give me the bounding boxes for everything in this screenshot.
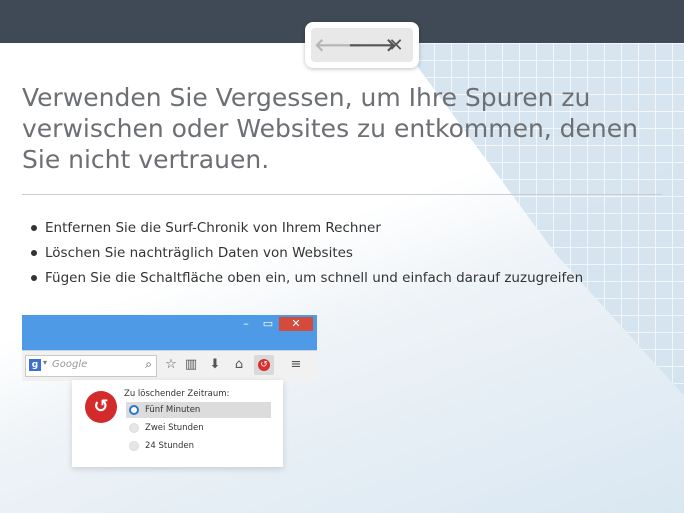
library-icon[interactable]: ▥ bbox=[181, 355, 201, 375]
feature-list: Entfernen Sie die Surf-Chronik von Ihrem… bbox=[22, 218, 583, 293]
maximize-icon[interactable]: ▭ bbox=[257, 317, 279, 331]
option-24-hours[interactable]: 24 Stunden bbox=[126, 438, 271, 454]
forget-logo-icon: ↺ bbox=[85, 391, 117, 423]
window-close-icon[interactable]: ✕ bbox=[279, 317, 313, 331]
page-heading: Verwenden Sie Vergessen, um Ihre Spuren … bbox=[22, 83, 639, 174]
list-item: Entfernen Sie die Surf-Chronik von Ihrem… bbox=[22, 218, 583, 243]
home-icon[interactable]: ⌂ bbox=[229, 355, 249, 375]
nav-controls: 🡐 🡒 ✕ bbox=[305, 22, 419, 68]
browser-toolbar: g ▾ Google ⌕ ☆ ▥ ⬇ ⌂ ↺ ≡ bbox=[22, 350, 317, 381]
bookmark-star-icon[interactable]: ☆ bbox=[161, 355, 181, 375]
radio-selected[interactable] bbox=[129, 405, 139, 415]
window-controls: – ▭ ✕ bbox=[235, 317, 313, 331]
search-placeholder: Google bbox=[52, 359, 88, 370]
radio-unselected[interactable] bbox=[129, 423, 139, 433]
option-label: 24 Stunden bbox=[145, 441, 195, 451]
option-five-minutes[interactable]: Fünf Minuten bbox=[126, 402, 271, 418]
search-engine-icon[interactable]: g bbox=[29, 359, 41, 371]
download-icon[interactable]: ⬇ bbox=[205, 355, 225, 375]
search-icon[interactable]: ⌕ bbox=[145, 357, 152, 372]
forget-panel: ↺ Zu löschender Zeitraum: Fünf Minuten Z… bbox=[72, 380, 283, 467]
back-arrow-icon[interactable]: 🡐 bbox=[314, 35, 362, 56]
list-item: Fügen Sie die Schaltfläche oben ein, um … bbox=[22, 268, 583, 293]
panel-title: Zu löschender Zeitraum: bbox=[124, 389, 230, 399]
forget-button[interactable]: ↺ bbox=[254, 355, 274, 375]
option-label: Zwei Stunden bbox=[145, 423, 204, 433]
forget-icon: ↺ bbox=[258, 358, 270, 371]
close-icon[interactable]: ✕ bbox=[382, 35, 410, 56]
option-two-hours[interactable]: Zwei Stunden bbox=[126, 420, 271, 436]
browser-window-illustration: – ▭ ✕ g ▾ Google ⌕ ☆ ▥ ⬇ ⌂ ↺ ≡ bbox=[22, 315, 317, 381]
divider bbox=[22, 194, 662, 195]
nav-controls-inner: 🡐 🡒 ✕ bbox=[311, 28, 413, 62]
forward-arrow-icon[interactable]: 🡒 bbox=[348, 35, 396, 56]
menu-icon[interactable]: ≡ bbox=[286, 355, 306, 375]
search-input[interactable]: g ▾ Google ⌕ bbox=[25, 355, 157, 377]
chevron-down-icon[interactable]: ▾ bbox=[43, 358, 47, 367]
list-item: Löschen Sie nachträglich Daten von Websi… bbox=[22, 243, 583, 268]
option-label: Fünf Minuten bbox=[145, 405, 201, 415]
radio-unselected[interactable] bbox=[129, 441, 139, 451]
minimize-icon[interactable]: – bbox=[235, 317, 257, 331]
